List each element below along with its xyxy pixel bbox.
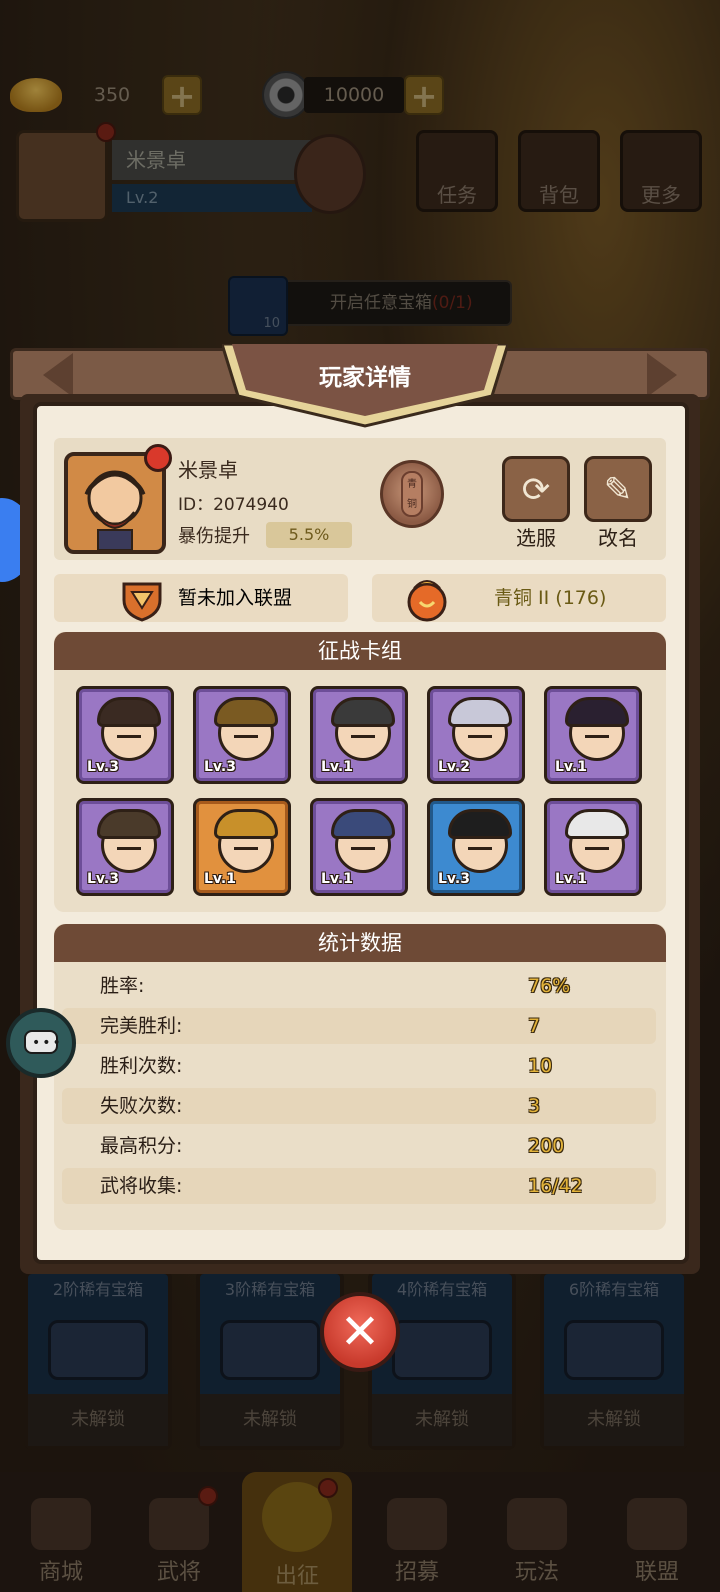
card-level: Lv.1 bbox=[204, 871, 236, 887]
card-level: Lv.1 bbox=[321, 759, 353, 775]
general-card[interactable]: Lv.3 bbox=[76, 798, 174, 896]
stat-value: 3 bbox=[528, 1095, 541, 1117]
stat-value: 200 bbox=[528, 1135, 565, 1157]
dialog-title: 玩家详情 bbox=[319, 365, 411, 391]
alliance-text: 暂未加入联盟 bbox=[178, 587, 293, 609]
stat-row-highest-score: 最高积分: 200 bbox=[62, 1128, 656, 1164]
general-portrait-icon bbox=[565, 809, 629, 839]
shield-icon bbox=[122, 582, 162, 622]
general-card[interactable]: Lv.1 bbox=[193, 798, 291, 896]
bronze-league-icon bbox=[407, 580, 447, 622]
stat-label: 完美胜利: bbox=[100, 1015, 183, 1037]
stat-label: 最高积分: bbox=[100, 1135, 183, 1157]
switch-server-label: 选服 bbox=[516, 526, 556, 550]
general-eyes bbox=[234, 735, 258, 741]
general-portrait-icon bbox=[448, 809, 512, 839]
general-eyes bbox=[351, 735, 375, 741]
general-card[interactable]: Lv.1 bbox=[310, 686, 408, 784]
general-card[interactable]: Lv.2 bbox=[427, 686, 525, 784]
general-eyes bbox=[468, 735, 492, 741]
stat-label: 武将收集: bbox=[100, 1175, 183, 1197]
card-level: Lv.3 bbox=[87, 871, 119, 887]
card-level: Lv.2 bbox=[438, 759, 470, 775]
general-portrait-icon bbox=[214, 697, 278, 727]
card-level: Lv.1 bbox=[321, 871, 353, 887]
stats-section-title: 统计数据 bbox=[54, 924, 666, 962]
general-eyes bbox=[468, 847, 492, 853]
stat-value: 16/42 bbox=[528, 1175, 583, 1197]
pencil-icon: ✎ bbox=[603, 470, 633, 510]
chat-icon: ••• bbox=[24, 1030, 61, 1054]
alliance-status[interactable]: 暂未加入联盟 bbox=[54, 574, 348, 622]
card-level: Lv.3 bbox=[204, 759, 236, 775]
dialog-title-banner: 玩家详情 bbox=[222, 344, 508, 430]
stat-label: 胜利次数: bbox=[100, 1055, 183, 1077]
stat-value: 10 bbox=[528, 1055, 553, 1077]
league-text: 青铜 II (176) bbox=[494, 587, 607, 609]
rename-label: 改名 bbox=[598, 526, 638, 550]
stat-row-wins: 胜利次数: 10 bbox=[62, 1048, 656, 1084]
rename-button[interactable]: ✎ bbox=[584, 456, 652, 522]
general-card[interactable]: Lv.3 bbox=[76, 686, 174, 784]
notification-dot bbox=[144, 444, 172, 472]
general-portrait-icon bbox=[97, 809, 161, 839]
card-level: Lv.1 bbox=[555, 759, 587, 775]
ornament-left bbox=[43, 353, 73, 397]
chat-button[interactable]: ••• bbox=[6, 1008, 76, 1078]
stat-row-win-rate: 胜率: 76% bbox=[62, 968, 656, 1004]
deck-section-title: 征战卡组 bbox=[54, 632, 666, 670]
general-card[interactable]: Lv.1 bbox=[310, 798, 408, 896]
crit-bonus-label: 暴伤提升 bbox=[178, 526, 250, 547]
card-level: Lv.3 bbox=[87, 759, 119, 775]
close-icon: ✕ bbox=[339, 1304, 381, 1360]
general-eyes bbox=[234, 847, 258, 853]
ornament-right bbox=[647, 353, 677, 397]
general-portrait-icon bbox=[214, 809, 278, 839]
refresh-icon: ⟳ bbox=[521, 470, 551, 510]
stat-row-losses: 失败次数: 3 bbox=[62, 1088, 656, 1124]
stat-label: 失败次数: bbox=[100, 1095, 183, 1117]
stat-value: 76% bbox=[528, 975, 571, 997]
general-card[interactable]: Lv.3 bbox=[427, 798, 525, 896]
general-portrait-icon bbox=[565, 697, 629, 727]
general-card[interactable]: Lv.1 bbox=[544, 686, 642, 784]
general-eyes bbox=[117, 847, 141, 853]
general-portrait-icon bbox=[448, 697, 512, 727]
card-level: Lv.1 bbox=[555, 871, 587, 887]
switch-server-button[interactable]: ⟳ bbox=[502, 456, 570, 522]
card-level: Lv.3 bbox=[438, 871, 470, 887]
general-portrait-icon bbox=[84, 470, 146, 550]
stat-row-general-collection: 武将收集: 16/42 bbox=[62, 1168, 656, 1204]
general-portrait-icon bbox=[331, 697, 395, 727]
general-portrait-icon bbox=[331, 809, 395, 839]
player-name: 米景卓 bbox=[178, 458, 238, 482]
general-portrait-icon bbox=[97, 697, 161, 727]
rank-medal-text: 青铜 bbox=[401, 471, 423, 517]
player-id: ID：2074940 bbox=[178, 495, 289, 515]
general-eyes bbox=[351, 847, 375, 853]
bronze-rank-medal-icon[interactable]: 青铜 bbox=[380, 460, 444, 528]
general-eyes bbox=[585, 735, 609, 741]
close-button[interactable]: ✕ bbox=[320, 1292, 400, 1372]
general-card[interactable]: Lv.3 bbox=[193, 686, 291, 784]
stat-value: 7 bbox=[528, 1015, 541, 1037]
stat-label: 胜率: bbox=[100, 975, 145, 997]
crit-bonus-value: 5.5% bbox=[266, 522, 352, 548]
stat-row-perfect-wins: 完美胜利: 7 bbox=[62, 1008, 656, 1044]
general-eyes bbox=[585, 847, 609, 853]
general-card[interactable]: Lv.1 bbox=[544, 798, 642, 896]
general-eyes bbox=[117, 735, 141, 741]
